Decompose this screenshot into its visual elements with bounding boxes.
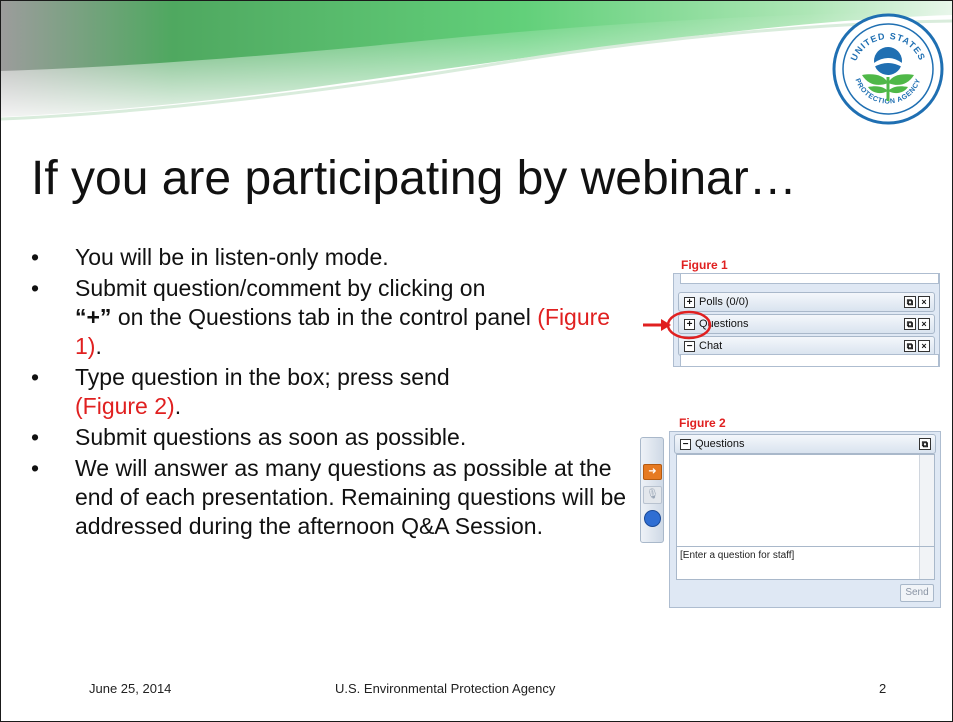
figure2-toolbar: ➜ 🎙 (640, 437, 664, 543)
bullet-text: Type question in the box; press send (75, 364, 450, 390)
panel-top-area (680, 274, 939, 284)
header-swoosh (1, 1, 952, 121)
highlight-arrow-icon (643, 310, 712, 340)
question-input-placeholder: [Enter a question for staff] (680, 550, 795, 561)
footer-organization: U.S. Environmental Protection Agency (335, 681, 556, 696)
bullet-item: You will be in listen-only mode. (31, 243, 631, 272)
close-icon[interactable]: × (918, 296, 930, 308)
collapse-icon[interactable]: − (684, 341, 695, 352)
microphone-icon[interactable]: 🎙 (643, 486, 662, 504)
popout-icon[interactable]: ⧉ (904, 318, 916, 330)
question-input[interactable]: [Enter a question for staff] (676, 546, 935, 580)
slide: UNITED STATES PROTECTION AGENCY If you a… (0, 0, 953, 722)
close-icon[interactable]: × (918, 318, 930, 330)
page-number: 2 (879, 681, 887, 696)
figure1-label: Figure 1 (681, 258, 728, 272)
bullet-text: on the Questions tab in the control pane… (117, 304, 531, 330)
collapse-icon[interactable]: − (680, 439, 691, 450)
popout-icon[interactable]: ⧉ (904, 296, 916, 308)
chat-label: Chat (699, 340, 723, 352)
bullet-list: You will be in listen-only mode. Submit … (31, 243, 631, 543)
figure2-label: Figure 2 (679, 416, 726, 430)
scrollbar[interactable] (919, 455, 934, 549)
bullet-text: You will be in listen-only mode. (75, 244, 389, 270)
questions-header-label: Questions (695, 438, 745, 450)
footer-date: June 25, 2014 (89, 681, 172, 696)
figure1-control-panel: + Polls (0/0) ⧉ × + Questions ⧉ × − Chat ⧉… (673, 273, 940, 367)
questions-log (676, 454, 935, 550)
popout-icon[interactable]: ⧉ (904, 340, 916, 352)
chat-area (680, 354, 939, 366)
bullet-punctuation: . (174, 393, 182, 419)
send-button[interactable]: Send (900, 584, 934, 602)
scrollbar[interactable] (919, 547, 934, 579)
bullet-text: Submit question/comment by clicking on (75, 275, 486, 301)
plus-symbol-text: “+” (75, 304, 112, 330)
bullet-punctuation: . (95, 333, 102, 359)
screen-icon[interactable] (644, 510, 661, 527)
bullet-item: Submit questions as soon as possible. (31, 423, 631, 452)
questions-row[interactable]: + Questions ⧉ × (678, 314, 935, 334)
chat-row[interactable]: − Chat ⧉ × (678, 336, 935, 356)
hand-raise-icon[interactable]: ➜ (643, 464, 662, 480)
bullet-item: Submit question/comment by clicking on “+… (31, 274, 631, 361)
bullet-text: We will answer as many questions as poss… (75, 455, 627, 539)
close-icon[interactable]: × (918, 340, 930, 352)
popout-icon[interactable]: ⧉ (919, 438, 931, 450)
figure2-reference: (Figure 2) (75, 393, 175, 419)
polls-row[interactable]: + Polls (0/0) ⧉ × (678, 292, 935, 312)
polls-label: Polls (0/0) (699, 296, 749, 308)
epa-seal-logo: UNITED STATES PROTECTION AGENCY (832, 13, 944, 125)
bullet-item: Type question in the box; press send (Fig… (31, 363, 631, 421)
slide-title: If you are participating by webinar… (31, 152, 797, 205)
figure2-questions-panel: − Questions ⧉ [Enter a question for staf… (669, 431, 941, 608)
bullet-item: We will answer as many questions as poss… (31, 454, 631, 541)
questions-header[interactable]: − Questions ⧉ (674, 434, 936, 454)
bullet-text: Submit questions as soon as possible. (75, 424, 467, 450)
expand-icon[interactable]: + (684, 297, 695, 308)
